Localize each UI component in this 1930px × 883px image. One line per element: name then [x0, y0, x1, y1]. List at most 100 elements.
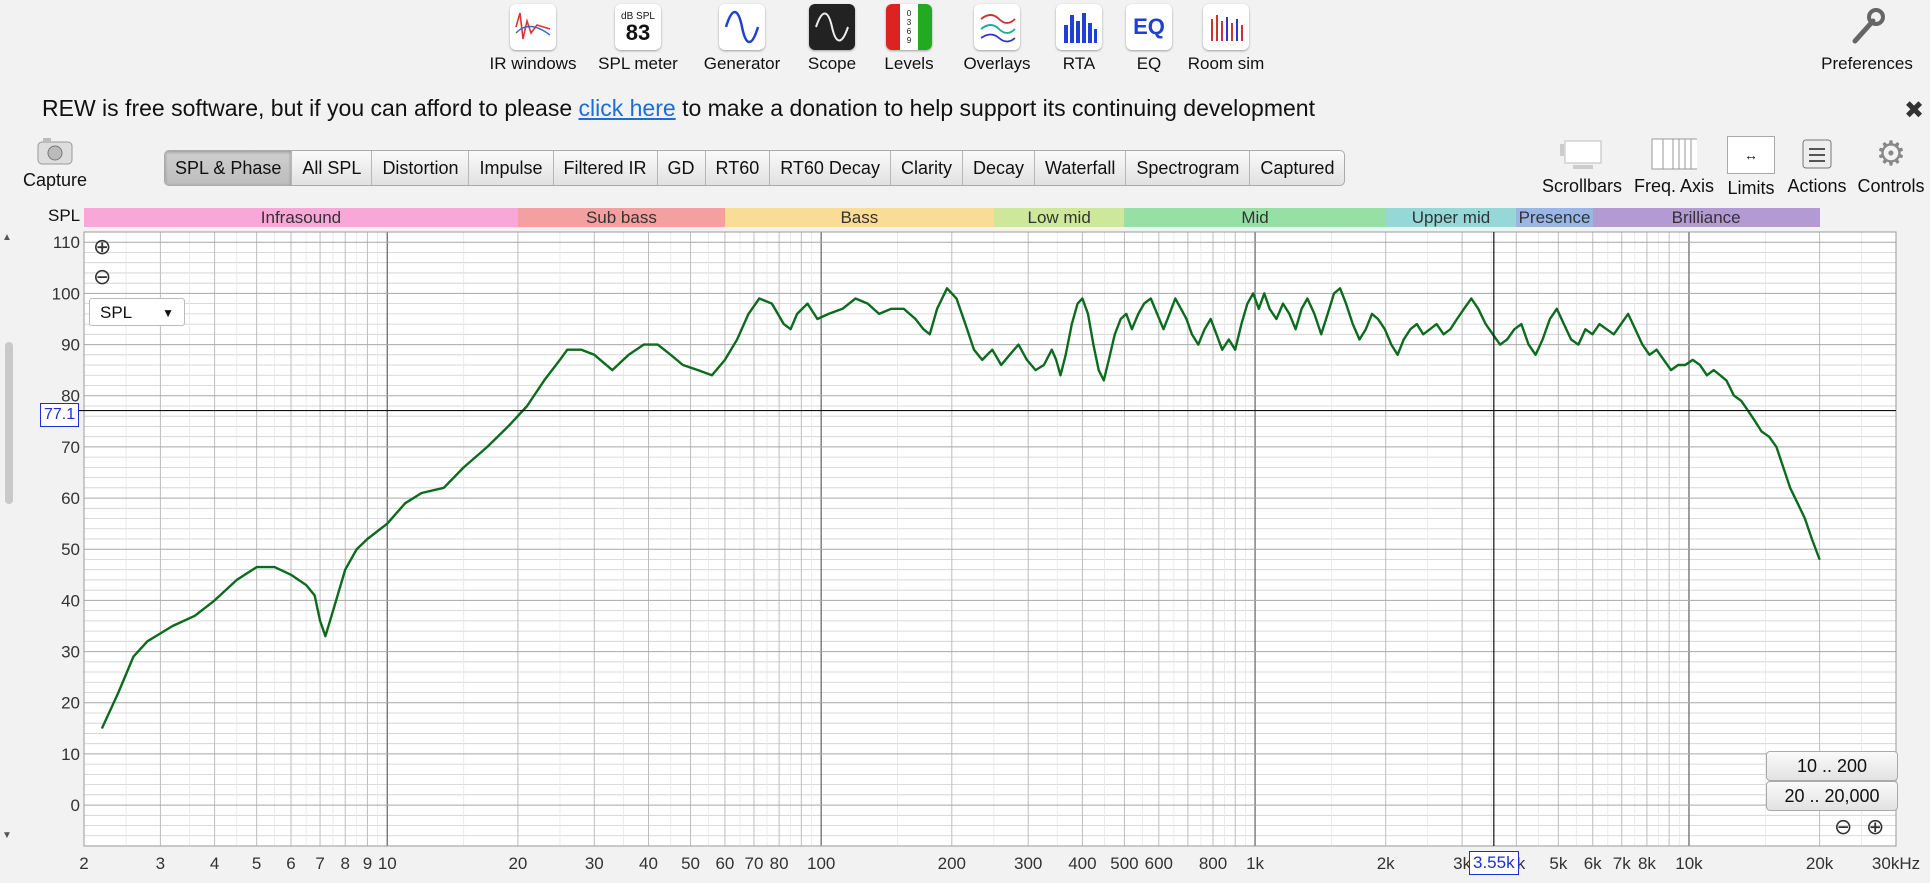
cursor-y-readout: 77.1 [40, 403, 80, 427]
y-tick-label: 10 [61, 745, 80, 764]
x-tick-label: 80 [770, 854, 789, 873]
curve-point [526, 405, 528, 407]
curve-point [1306, 297, 1308, 300]
curve-point [486, 446, 488, 448]
curve-point [194, 615, 196, 617]
curve-point [1409, 328, 1411, 330]
x-tick-label: 40 [639, 854, 658, 873]
curve-point [1499, 344, 1501, 346]
curve-point [236, 579, 238, 581]
curve-point [1377, 318, 1379, 320]
curve-point [657, 344, 659, 346]
curve-point [1403, 338, 1405, 341]
curve-point [1485, 323, 1487, 325]
x-tick-label: 2k [1377, 854, 1395, 873]
curve-point [1345, 303, 1347, 305]
x-zoom-out-icon[interactable]: ⊖ [1834, 814, 1852, 840]
curve-point [816, 318, 819, 320]
curve-point [443, 487, 445, 489]
curve-point [790, 328, 792, 330]
curve-point [890, 308, 892, 310]
y-tick-label: 0 [71, 796, 80, 815]
curve-point [324, 635, 326, 637]
y-tick-label: 70 [61, 438, 80, 457]
curve-point [1648, 354, 1651, 356]
curve-point [1577, 344, 1579, 346]
curve-point [1092, 344, 1094, 346]
curve-point [1371, 313, 1373, 315]
curve-point [796, 313, 798, 315]
curve-point [922, 328, 925, 330]
curve-point [783, 323, 785, 325]
curve-point [1295, 328, 1297, 330]
curve-point [305, 584, 307, 586]
x-tick-label: 8 [340, 854, 349, 873]
curve-point [1725, 379, 1727, 381]
curve-point [1535, 354, 1537, 356]
curve-point [1513, 328, 1515, 330]
curve-point [1026, 359, 1028, 361]
curve-point [1185, 318, 1188, 320]
curve-point [1137, 313, 1139, 315]
y-tick-label: 110 [53, 233, 80, 252]
curve-point [1156, 313, 1158, 315]
zoom-in-icon[interactable]: ⊕ [93, 234, 111, 260]
curve-point [1210, 318, 1212, 320]
curve-point [1000, 364, 1002, 366]
curve-point [1358, 338, 1361, 341]
curve-point [747, 313, 750, 315]
x-tick-label: 200 [938, 854, 966, 873]
curve-point [1719, 374, 1721, 376]
curve-point [366, 538, 368, 540]
curve-point [543, 379, 545, 381]
measurement-select-value: SPL [100, 303, 133, 322]
measurement-select[interactable]: SPL ▼ [89, 298, 185, 326]
curve-point [1620, 323, 1622, 325]
x-tick-label: 20 [508, 854, 527, 873]
x-tick-label: 100 [807, 854, 835, 873]
x-tick-label: 6k [1584, 854, 1602, 873]
curve-point [1656, 349, 1658, 351]
curve-point [1065, 354, 1067, 356]
curve-point [1258, 308, 1260, 310]
curve-point [1606, 328, 1608, 330]
curve-point [1819, 558, 1821, 561]
curve-point [344, 569, 346, 571]
curve-point [214, 599, 216, 602]
curve-point [1087, 313, 1089, 315]
curve-point [319, 620, 321, 622]
curve-point [1761, 430, 1763, 433]
curve-point [1339, 287, 1341, 289]
curve-point [566, 349, 568, 351]
curve-point [1228, 338, 1230, 341]
curve-point [1114, 333, 1116, 335]
x-tick-label: 9 [363, 854, 372, 873]
curve-point [1103, 379, 1105, 381]
curve-point [463, 466, 465, 468]
curve-point [356, 548, 358, 550]
x-zoom-in-icon[interactable]: ⊕ [1866, 814, 1884, 840]
curve-point [1670, 369, 1672, 371]
curve-point [1221, 349, 1223, 351]
x-tick-label: 5 [252, 854, 261, 873]
curve-point [1288, 313, 1290, 315]
curve-point [1811, 538, 1813, 540]
chevron-down-icon: ▼ [162, 306, 174, 320]
curve-point [290, 574, 292, 576]
x-tick-label: 60 [715, 854, 734, 873]
curve-point [1443, 333, 1445, 335]
spl-chart[interactable]: 0 10 20 30 40 50 60 70 80 90 100 110 2 3 4 5 6 7 8 9 10 20 30 4… [0, 0, 1930, 883]
zoom-out-icon[interactable]: ⊖ [93, 264, 111, 290]
curve-point [1542, 338, 1544, 341]
y-tick-label: 30 [61, 643, 80, 662]
range-20-20000-button[interactable]: 20 .. 20,000 [1766, 781, 1898, 811]
range-10-200-button[interactable]: 10 .. 200 [1766, 751, 1898, 781]
curve-point [1591, 333, 1593, 335]
curve-point [101, 727, 103, 729]
curve-point [1051, 349, 1053, 351]
curve-point [1422, 333, 1424, 335]
x-tick-label: 7 [315, 854, 324, 873]
curve-point [1397, 354, 1399, 356]
curve-point [1641, 344, 1643, 346]
curve-point [1333, 292, 1335, 294]
